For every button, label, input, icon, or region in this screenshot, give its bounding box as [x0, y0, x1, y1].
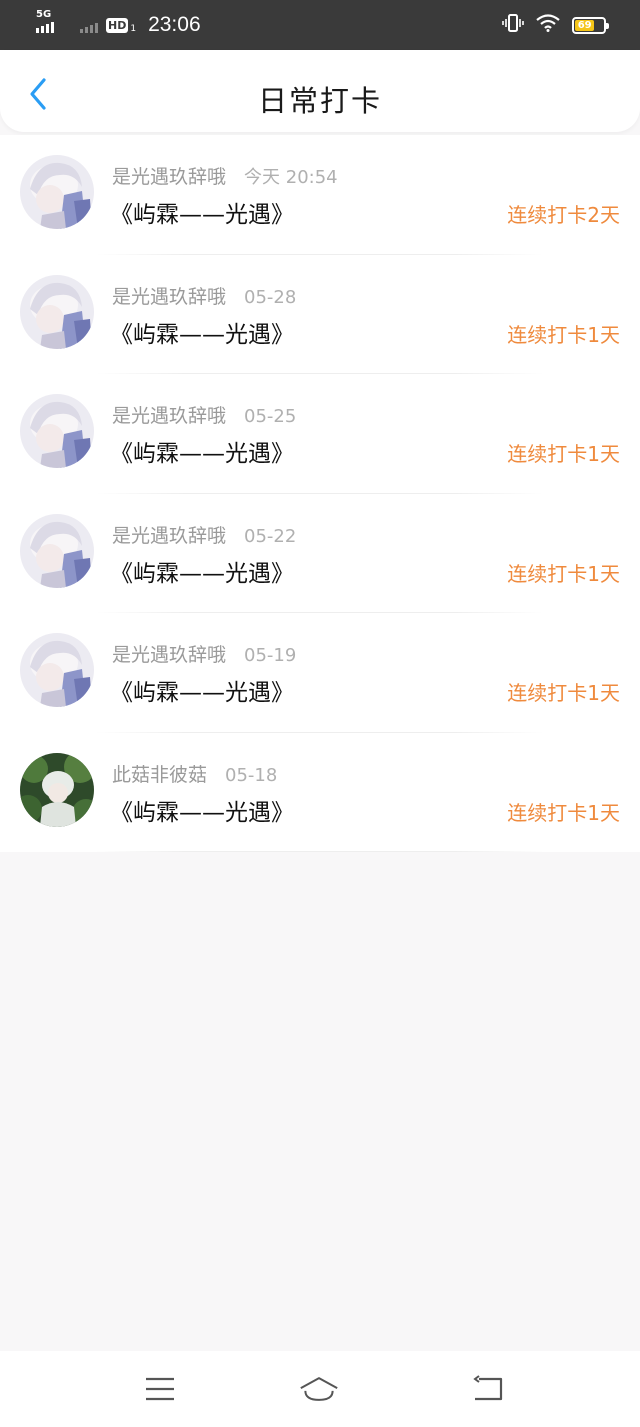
checkin-list: 是光遇玖辞哦 今天 20:54 《屿霖——光遇》 连续打卡2天 是光遇玖辞哦 0…	[0, 135, 640, 852]
checkin-row[interactable]: 是光遇玖辞哦 05-28 《屿霖——光遇》 连续打卡1天	[0, 255, 640, 374]
checkin-date: 05-19	[244, 645, 297, 666]
user-name[interactable]: 是光遇玖辞哦	[112, 521, 226, 548]
checkin-title: 《屿霖——光遇》	[110, 560, 294, 587]
signal-5g-icon: 5G	[36, 9, 54, 33]
checkin-row[interactable]: 是光遇玖辞哦 05-22 《屿霖——光遇》 连续打卡1天	[0, 494, 640, 613]
user-name[interactable]: 是光遇玖辞哦	[112, 162, 226, 189]
signal-secondary-icon	[80, 17, 98, 33]
checkin-meta: 是光遇玖辞哦 05-25	[112, 401, 296, 428]
avatar[interactable]	[20, 394, 94, 468]
avatar[interactable]	[20, 513, 94, 588]
user-name[interactable]: 此菇非彼菇	[112, 760, 207, 787]
checkin-date: 05-28	[244, 286, 297, 308]
wifi-icon	[536, 14, 560, 36]
checkin-meta: 是光遇玖辞哦 05-22	[112, 521, 296, 548]
checkin-row[interactable]: 此菇非彼菇 05-18 《屿霖——光遇》 连续打卡1天	[0, 733, 640, 852]
checkin-date: 05-18	[225, 764, 278, 786]
checkin-meta: 是光遇玖辞哦 05-28	[112, 282, 296, 309]
hd-sub-label: 1	[130, 24, 137, 34]
page-title: 日常打卡	[257, 84, 382, 118]
streak-label: 连续打卡1天	[507, 681, 620, 705]
status-bar: 5G HD 1 23:06 69	[0, 0, 640, 50]
menu-button[interactable]	[140, 1369, 180, 1409]
checkin-title: 《屿霖——光遇》	[110, 202, 294, 228]
menu-icon	[146, 1377, 174, 1401]
checkin-meta: 此菇非彼菇 05-18	[112, 760, 277, 787]
battery-level: 69	[575, 19, 595, 31]
battery-icon: 69	[572, 16, 609, 34]
streak-label: 连续打卡2天	[507, 203, 620, 227]
user-name[interactable]: 是光遇玖辞哦	[112, 401, 226, 428]
back-nav-button[interactable]	[468, 1369, 508, 1409]
user-name[interactable]: 是光遇玖辞哦	[112, 640, 226, 667]
checkin-row[interactable]: 是光遇玖辞哦 05-19 《屿霖——光遇》 连续打卡1天	[0, 613, 640, 733]
vibrate-icon	[502, 14, 524, 36]
avatar[interactable]	[20, 274, 94, 349]
back-icon	[473, 1375, 503, 1401]
home-icon	[300, 1377, 338, 1401]
streak-label: 连续打卡1天	[507, 442, 620, 466]
avatar[interactable]	[20, 633, 94, 707]
checkin-row[interactable]: 是光遇玖辞哦 05-25 《屿霖——光遇》 连续打卡1天	[0, 374, 640, 494]
checkin-title: 《屿霖——光遇》	[110, 799, 294, 826]
checkin-row[interactable]: 是光遇玖辞哦 今天 20:54 《屿霖——光遇》 连续打卡2天	[0, 135, 640, 255]
checkin-title: 《屿霖——光遇》	[110, 321, 294, 348]
status-time: 23:06	[148, 13, 201, 36]
row-divider	[96, 851, 544, 852]
checkin-date: 05-22	[244, 525, 297, 547]
checkin-title: 《屿霖——光遇》	[110, 680, 294, 706]
home-button[interactable]	[299, 1369, 339, 1409]
streak-label: 连续打卡1天	[507, 561, 620, 586]
checkin-meta: 是光遇玖辞哦 今天 20:54	[112, 162, 338, 189]
avatar[interactable]	[20, 155, 94, 229]
avatar[interactable]	[20, 752, 94, 827]
checkin-title: 《屿霖——光遇》	[110, 441, 294, 467]
checkin-meta: 是光遇玖辞哦 05-19	[112, 640, 296, 667]
checkin-date: 05-25	[244, 406, 297, 427]
streak-label: 连续打卡1天	[507, 322, 620, 347]
streak-label: 连续打卡1天	[507, 800, 620, 825]
system-nav-bar	[0, 1351, 640, 1427]
checkin-date: 今天 20:54	[244, 167, 338, 188]
hd-icon: HD	[106, 17, 129, 33]
header: 日常打卡	[0, 50, 640, 132]
user-name[interactable]: 是光遇玖辞哦	[112, 282, 226, 309]
